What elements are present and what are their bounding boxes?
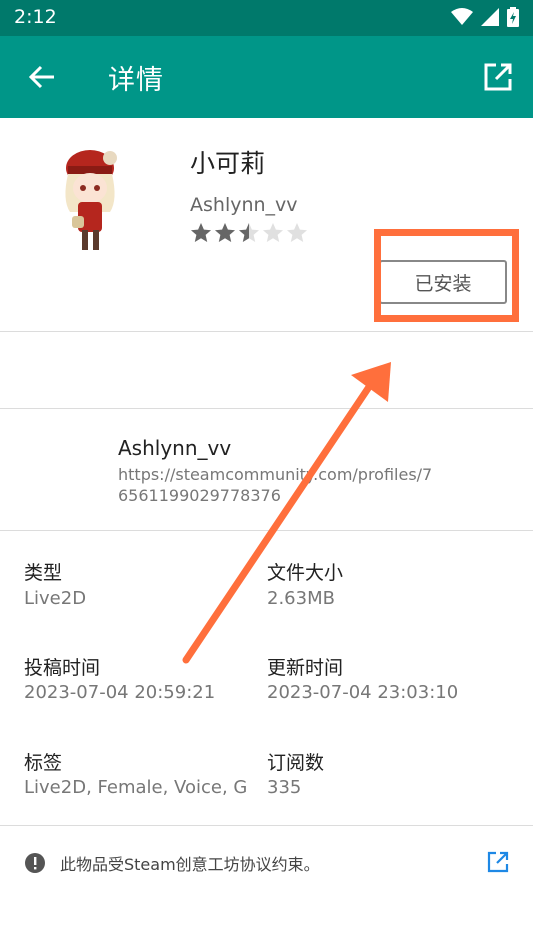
type-label: 类型 [24,562,63,584]
item-preview-image [65,150,117,250]
creator-name[interactable]: Ashlynn_vv [118,436,231,460]
notice-row [24,848,46,878]
star-empty-icon [263,223,283,242]
updated-time-value: 2023-07-04 23:03:10 [267,682,459,703]
battery-icon [507,7,519,27]
divider [0,331,533,332]
star-full-icon [191,223,211,242]
subscriptions-label: 订阅数 [267,752,325,774]
star-full-icon [215,223,235,242]
open-external-icon[interactable] [483,62,513,92]
page-title: 详情 [108,65,164,96]
status-bar: 2:12 [0,0,533,36]
divider [0,825,533,826]
type-value: Live2D [24,588,87,609]
status-time: 2:12 [14,6,57,28]
annotation-highlight-box [374,229,519,322]
file-size-value: 2.63MB [267,588,335,609]
tags-value: Live2D, Female, Voice, G [24,777,248,798]
signal-icon [481,8,499,26]
file-size-label: 文件大小 [267,562,344,584]
wifi-icon [451,8,473,25]
divider [0,530,533,531]
subscriptions-value: 335 [267,777,302,798]
open-external-icon[interactable] [487,851,509,873]
item-author: Ashlynn_vv [190,194,298,216]
creator-profile-link[interactable]: https://steamcommunity.com/profiles/7656… [118,464,438,506]
steam-agreement-notice: 此物品受Steam创意工坊协议约束。 [60,855,320,874]
posted-time-label: 投稿时间 [24,657,101,679]
item-name: 小可莉 [190,149,266,178]
tags-label: 标签 [24,752,63,774]
updated-time-label: 更新时间 [267,657,344,679]
divider [0,408,533,409]
star-half-icon [239,223,259,242]
info-icon [25,853,45,873]
posted-time-value: 2023-07-04 20:59:21 [24,682,216,703]
rating-stars [190,222,308,244]
status-icons [451,7,519,27]
app-bar: 详情 [0,36,533,118]
star-empty-icon [287,223,307,242]
back-arrow-icon[interactable] [26,61,58,93]
